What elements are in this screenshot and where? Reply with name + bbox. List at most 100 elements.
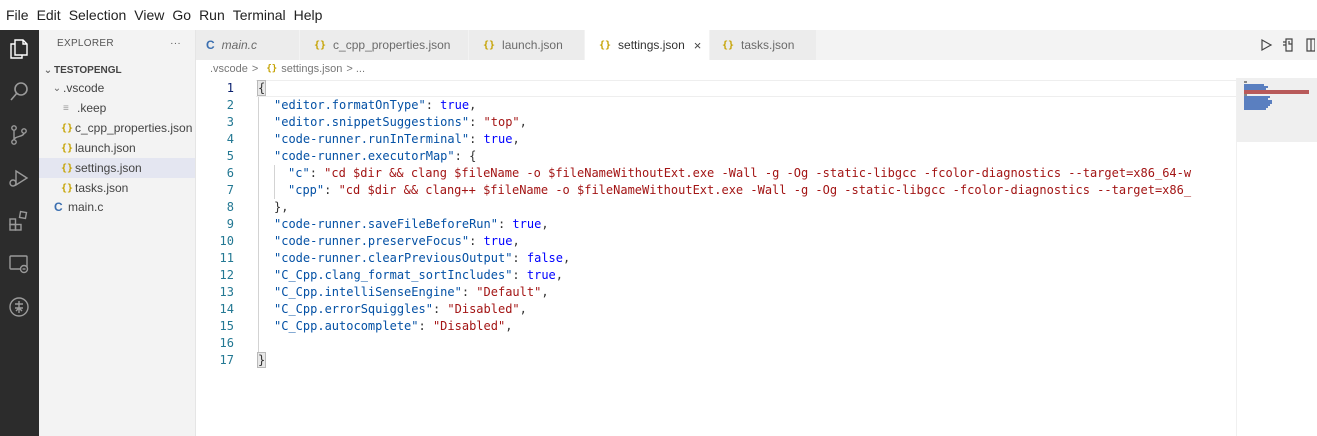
file-lines-icon: ≡: [63, 102, 69, 114]
json-file-icon: {}: [722, 39, 735, 51]
line-number: 8: [226, 200, 234, 214]
explorer-icon[interactable]: [7, 37, 31, 61]
line-number: 13: [219, 285, 234, 299]
tree-item-label: .vscode: [63, 81, 105, 95]
code-line: 4 "code-runner.runInTerminal": true,: [196, 131, 1236, 148]
editor-tabs: C main.c {} c_cpp_properties.json {} lau…: [196, 30, 1317, 60]
tree-item-main-c[interactable]: C main.c: [39, 197, 195, 217]
code-line: 9 "code-runner.saveFileBeforeRun": true,: [196, 216, 1236, 233]
code-line: 17 }: [196, 352, 1236, 369]
code-line: 11 "code-runner.clearPreviousOutput": fa…: [196, 250, 1236, 267]
json-file-icon: {}: [314, 39, 327, 51]
line-number: 17: [219, 353, 234, 367]
menu-file[interactable]: File: [2, 0, 33, 30]
tab-tasks[interactable]: {} tasks.json: [710, 30, 817, 60]
line-number: 7: [226, 183, 234, 197]
code-line: 16: [196, 335, 1236, 352]
minimap[interactable]: [1236, 78, 1317, 436]
code-line: 14 "C_Cpp.errorSquiggles": "Disabled",: [196, 301, 1236, 318]
code-line: 1 {: [196, 80, 1236, 97]
breadcrumb-separator: >: [251, 63, 259, 75]
line-number: 9: [226, 217, 234, 231]
code-line: 7 "cpp": "cd $dir && clang++ $fileName -…: [196, 182, 1236, 199]
tab-c-cpp-properties[interactable]: {} c_cpp_properties.json: [300, 30, 469, 60]
line-number: 10: [219, 234, 234, 248]
source-control-icon[interactable]: [7, 123, 31, 147]
accounts-globe-icon[interactable]: [7, 295, 31, 319]
code-line: 15 "C_Cpp.autocomplete": "Disabled",: [196, 318, 1236, 335]
extensions-icon[interactable]: [7, 209, 31, 233]
tree-item-label: c_cpp_properties.json: [75, 121, 193, 135]
json-file-icon: {}: [61, 182, 74, 194]
run-debug-icon[interactable]: [7, 166, 31, 190]
json-file-icon: {}: [61, 122, 74, 134]
open-brace: {: [256, 80, 267, 96]
line-number: 16: [219, 336, 234, 350]
menu-view[interactable]: View: [130, 0, 168, 30]
run-icon[interactable]: [1259, 38, 1273, 52]
code-editor[interactable]: 1 { 2 "editor.formatOnType": true, 3 "ed…: [196, 78, 1236, 436]
tree-item-settings[interactable]: {} settings.json: [39, 158, 195, 178]
breadcrumb-file[interactable]: settings.json: [281, 63, 342, 75]
json-file-icon: {}: [266, 64, 278, 74]
code-line: 6 "c": "cd $dir && clang $fileName -o $f…: [196, 165, 1236, 182]
json-file-icon: {}: [483, 39, 496, 51]
close-brace: }: [256, 352, 267, 368]
more-actions-icon[interactable]: ···: [170, 38, 181, 49]
tab-launch[interactable]: {} launch.json: [469, 30, 585, 60]
breadcrumb-folder[interactable]: .vscode: [210, 63, 248, 75]
c-file-icon: C: [206, 38, 215, 52]
menu-go[interactable]: Go: [168, 0, 195, 30]
tab-main-c[interactable]: C main.c: [196, 30, 300, 60]
tab-label: launch.json: [502, 38, 563, 52]
tree-item-keep[interactable]: ≡ .keep: [39, 98, 195, 118]
c-file-icon: C: [54, 200, 63, 214]
tree-item-label: launch.json: [75, 141, 136, 155]
code-line: 2 "editor.formatOnType": true,: [196, 97, 1236, 114]
json-file-icon: {}: [61, 162, 74, 174]
code-line: 8 },: [196, 199, 1236, 216]
line-number: 1: [226, 81, 234, 95]
workspace-folder[interactable]: ⌄ TESTOPENGL: [39, 60, 195, 80]
menu-selection[interactable]: Selection: [65, 0, 131, 30]
tree-item-label: tasks.json: [75, 181, 129, 195]
breadcrumb-tail[interactable]: > ...: [346, 63, 365, 75]
tree-item-vscode-folder[interactable]: ⌄ .vscode: [39, 78, 195, 98]
menu-terminal[interactable]: Terminal: [229, 0, 290, 30]
chevron-down-icon: ⌄: [52, 82, 62, 94]
menu-edit[interactable]: Edit: [33, 0, 65, 30]
line-number: 2: [226, 98, 234, 112]
line-number: 5: [226, 149, 234, 163]
tab-label: c_cpp_properties.json: [333, 38, 451, 52]
workspace-folder-label: TESTOPENGL: [54, 64, 122, 76]
explorer-header: EXPLORER ···: [39, 30, 195, 56]
tree-item-c-cpp-properties[interactable]: {} c_cpp_properties.json: [39, 118, 195, 138]
code-line: 5 "code-runner.executorMap": {: [196, 148, 1236, 165]
tab-label: settings.json: [618, 38, 685, 52]
explorer-sidebar: EXPLORER ··· ⌄ TESTOPENGL ⌄ .vscode ≡ .k…: [39, 30, 196, 436]
code-line: 13 "C_Cpp.intelliSenseEngine": "Default"…: [196, 284, 1236, 301]
explorer-title: EXPLORER: [57, 37, 114, 49]
remote-explorer-icon[interactable]: [7, 252, 31, 276]
menu-help[interactable]: Help: [290, 0, 327, 30]
close-icon[interactable]: ×: [694, 38, 702, 53]
menu-bar: File Edit Selection View Go Run Terminal…: [0, 0, 1317, 30]
line-number: 12: [219, 268, 234, 282]
json-file-icon: {}: [61, 142, 74, 154]
search-icon[interactable]: [7, 80, 31, 104]
tree-item-launch[interactable]: {} launch.json: [39, 138, 195, 158]
tree-item-label: .keep: [77, 101, 107, 115]
split-editor-icon[interactable]: [1305, 37, 1315, 53]
tab-label: tasks.json: [741, 38, 795, 52]
line-number: 3: [226, 115, 234, 129]
editor-actions: [1259, 30, 1317, 60]
code-line: 10 "code-runner.preserveFocus": true,: [196, 233, 1236, 250]
chevron-down-icon: ⌄: [43, 64, 53, 76]
tab-label: main.c: [221, 38, 258, 52]
tree-item-tasks[interactable]: {} tasks.json: [39, 178, 195, 198]
open-changes-icon[interactable]: [1281, 37, 1297, 53]
tab-settings[interactable]: {} settings.json ×: [585, 30, 710, 60]
line-number: 6: [226, 166, 234, 180]
menu-run[interactable]: Run: [195, 0, 229, 30]
activity-bar: [0, 30, 39, 436]
